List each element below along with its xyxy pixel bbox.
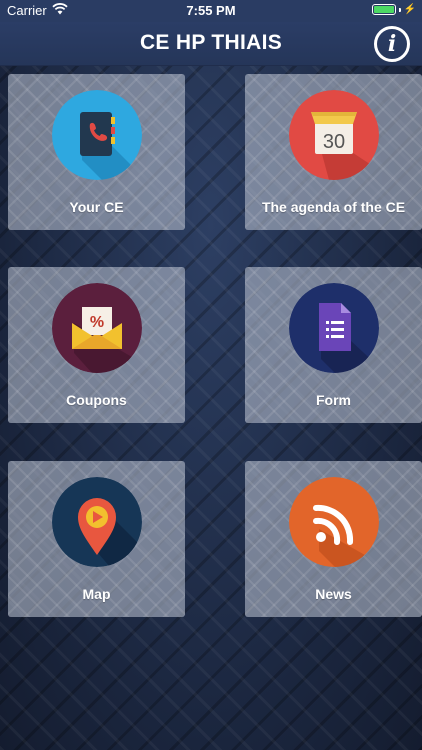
calendar-day: 30 (322, 131, 344, 153)
form-document-icon (288, 283, 379, 373)
phonebook-icon (51, 90, 142, 180)
tile-label: Coupons (66, 392, 127, 408)
tile-label: The agenda of the CE (261, 199, 406, 215)
info-button[interactable]: i (374, 26, 410, 62)
tile-label: Your CE (69, 199, 124, 215)
tile-form[interactable]: Form (245, 267, 422, 423)
rss-icon (288, 477, 379, 567)
coupon-percent: % (89, 314, 103, 331)
battery-cap (398, 7, 401, 12)
calendar-icon: 30 (288, 90, 379, 180)
coupon-envelope-icon: % (51, 283, 142, 373)
battery-icon (371, 4, 396, 15)
charging-bolt-icon: ⚡ (403, 4, 416, 15)
map-pin-icon (51, 477, 142, 567)
tile-your-ce[interactable]: Your CE (8, 74, 185, 230)
status-right: ⚡ (371, 4, 416, 15)
tile-label: News (315, 586, 352, 602)
tile-map[interactable]: Map (8, 461, 185, 617)
info-icon: i (387, 31, 397, 57)
page-title: CE HP THIAIS (139, 31, 283, 54)
tile-agenda[interactable]: 30 The agenda of the CE (245, 74, 422, 230)
status-time: 7:55 PM (186, 3, 236, 18)
tile-label: Form (316, 392, 351, 408)
tile-coupons[interactable]: % Coupons (8, 267, 185, 423)
navigation-bar: CE HP THIAIS i (0, 22, 422, 66)
tile-news[interactable]: News (245, 461, 422, 617)
status-bar: Carrier 7:55 PM ⚡ (0, 0, 422, 22)
tile-label: Map (82, 586, 111, 602)
